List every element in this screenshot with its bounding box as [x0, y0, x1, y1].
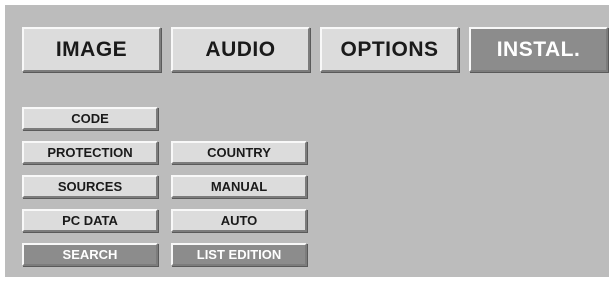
menu-panel: IMAGE AUDIO OPTIONS INSTAL. CODE PROTECT… [5, 5, 609, 277]
menu-item-search[interactable]: SEARCH [22, 243, 158, 266]
menu-item-protection[interactable]: PROTECTION [22, 141, 158, 164]
menu-item-auto[interactable]: AUTO [171, 209, 307, 232]
menu-item-country[interactable]: COUNTRY [171, 141, 307, 164]
menu-item-code[interactable]: CODE [22, 107, 158, 130]
tab-image[interactable]: IMAGE [22, 27, 161, 72]
menu-item-list-edition[interactable]: LIST EDITION [171, 243, 307, 266]
menu-item-pc-data[interactable]: PC DATA [22, 209, 158, 232]
tab-audio[interactable]: AUDIO [171, 27, 310, 72]
menu-item-manual[interactable]: MANUAL [171, 175, 307, 198]
tab-options[interactable]: OPTIONS [320, 27, 459, 72]
tab-instal[interactable]: INSTAL. [469, 27, 608, 72]
menu-item-sources[interactable]: SOURCES [22, 175, 158, 198]
